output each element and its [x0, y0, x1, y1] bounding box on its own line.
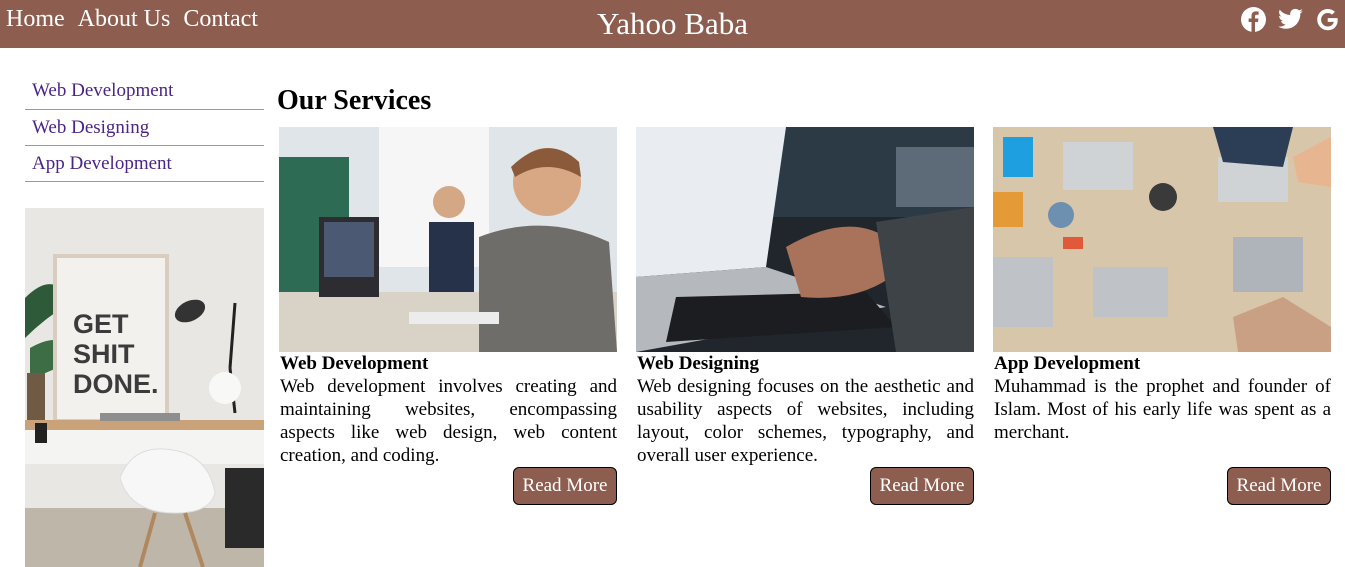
service-description: Web development involves creating and ma… [280, 376, 617, 466]
service-title: Web Designing [637, 353, 759, 374]
service-description: Muhammad is the prophet and founder of I… [994, 376, 1331, 443]
service-description: Web designing focuses on the aesthetic a… [637, 376, 974, 466]
sidebar-item-app-development[interactable]: App Development [25, 146, 264, 182]
service-image-app-development [993, 127, 1331, 352]
service-image-web-designing [636, 127, 974, 352]
top-navbar: Home About Us Contact Yahoo Baba [0, 0, 1345, 48]
social-links [1240, 6, 1341, 33]
read-more-button[interactable]: Read More [870, 467, 974, 505]
poster-text-line-2: SHIT [73, 339, 135, 369]
poster-text-line-3: DONE. [73, 369, 159, 399]
service-title: App Development [994, 353, 1141, 374]
service-image-web-development [279, 127, 617, 352]
site-brand-title: Yahoo Baba [597, 6, 748, 41]
service-card-web-designing: Web Designing Web designing focuses on t… [636, 127, 974, 505]
read-more-button[interactable]: Read More [513, 467, 617, 505]
sidebar-desk-photo: GET SHIT DONE. [25, 208, 264, 567]
sidebar-item-web-development[interactable]: Web Development [25, 73, 264, 110]
facebook-icon[interactable] [1240, 6, 1267, 33]
poster-text-line-1: GET [73, 309, 129, 339]
service-title: Web Development [280, 353, 429, 374]
page-title: Our Services [277, 85, 432, 116]
sidebar-item-web-designing[interactable]: Web Designing [25, 110, 264, 146]
sidebar: Web Development Web Designing App Develo… [25, 73, 264, 182]
service-card-app-development: App Development Muhammad is the prophet … [993, 127, 1331, 505]
twitter-icon[interactable] [1277, 6, 1304, 33]
read-more-button[interactable]: Read More [1227, 467, 1331, 505]
service-card-web-development: Web Development Web development involves… [279, 127, 617, 505]
google-icon[interactable] [1314, 6, 1341, 33]
